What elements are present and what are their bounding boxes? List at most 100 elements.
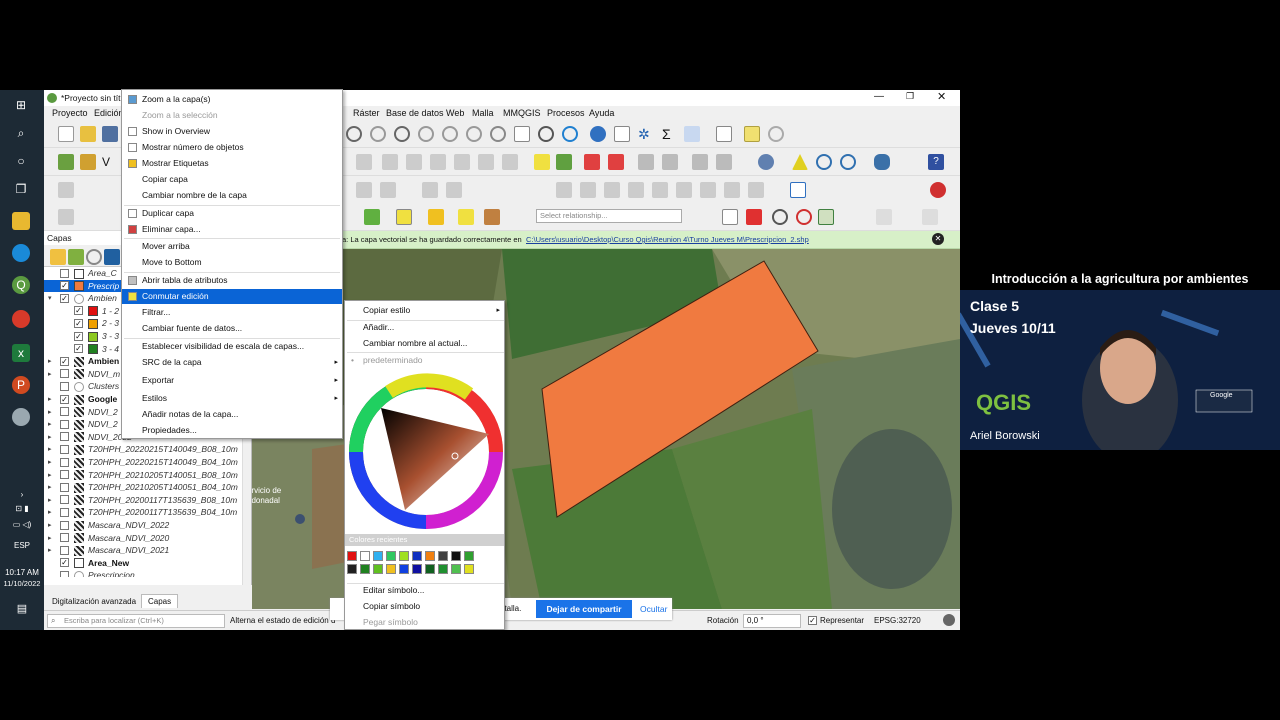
context-menu-item[interactable]: Eliminar capa... (122, 222, 342, 237)
edit-pen-icon[interactable] (876, 209, 892, 225)
menu-proyecto[interactable]: Proyecto (52, 108, 88, 118)
layer-visibility-checkbox[interactable] (60, 495, 69, 505)
menu-procesos[interactable]: Procesos (547, 108, 585, 118)
layer-row[interactable]: ▸ T20HPH_20220215T140049_B08_10m (44, 443, 242, 456)
zoom-selection-icon[interactable] (418, 126, 434, 142)
rename-style-item[interactable]: Cambiar nombre al actual... (345, 336, 504, 351)
recent-color-swatch[interactable] (438, 551, 448, 561)
layer-row[interactable]: ▸ T20HPH_20200117T135639_B04_10m (44, 506, 242, 519)
cut-icon[interactable] (406, 154, 422, 170)
layer-visibility-checkbox[interactable] (60, 470, 69, 480)
crs-button[interactable]: EPSG:32720 (874, 616, 921, 625)
zoom-layer-icon[interactable] (394, 126, 410, 142)
copy-icon[interactable] (430, 154, 446, 170)
copy-style-item[interactable]: Copiar estilo ▸ (345, 303, 504, 318)
layer-visibility-checkbox[interactable] (60, 570, 69, 577)
tray-icons[interactable]: ⊡ ▮ (0, 504, 44, 513)
new-project-icon[interactable] (58, 126, 74, 142)
database-icon[interactable] (758, 154, 774, 170)
recent-color-swatch[interactable] (386, 551, 396, 561)
expand-arrow-icon[interactable]: ▸ (48, 408, 52, 416)
expand-arrow-icon[interactable]: ▸ (48, 420, 52, 428)
recent-color-swatch[interactable] (412, 551, 422, 561)
new-layer-icon[interactable] (80, 154, 96, 170)
zoom-out-icon[interactable] (370, 126, 386, 142)
help-icon[interactable]: ? (928, 154, 944, 170)
chrome-icon[interactable] (12, 310, 30, 328)
context-menu-item[interactable]: Propiedades... (122, 423, 342, 438)
layer-row[interactable]: ▸ Mascara_NDVI_2020 (44, 532, 242, 545)
layout-icon[interactable] (722, 209, 738, 225)
powerpoint-icon[interactable]: P (12, 376, 30, 394)
digitize-extra-icon[interactable] (922, 209, 938, 225)
select-feature-icon[interactable] (396, 209, 412, 225)
pen-tool-icon[interactable] (364, 209, 380, 225)
layer-visibility-checkbox[interactable] (60, 533, 69, 543)
recent-color-swatch[interactable] (360, 564, 370, 574)
excel-icon[interactable]: x (12, 344, 30, 362)
temporal-icon[interactable] (490, 126, 506, 142)
context-menu-item[interactable]: Filtrar... (122, 305, 342, 320)
expand-arrow-icon[interactable]: ▸ (48, 357, 52, 365)
close-button[interactable]: ✕ (937, 90, 946, 103)
digitize-tool-icon[interactable] (58, 182, 74, 198)
context-menu-item[interactable]: Show in Overview (122, 124, 342, 139)
label-pin-icon[interactable] (584, 154, 600, 170)
layer-visibility-checkbox[interactable]: ✓ (74, 331, 83, 341)
context-menu-item[interactable]: Mostrar número de objetos (122, 140, 342, 155)
field-calc-icon[interactable] (684, 126, 700, 142)
layer-row[interactable]: ▸ T20HPH_20210205T140051_B04_10m (44, 481, 242, 494)
extent-icon[interactable] (818, 209, 834, 225)
layer-visibility-checkbox[interactable] (60, 507, 69, 517)
search-icon[interactable]: ⌕ (12, 124, 30, 142)
plugin-icon[interactable] (930, 182, 946, 198)
layer-visibility-checkbox[interactable] (60, 545, 69, 555)
expand-arrow-icon[interactable]: ▸ (48, 496, 52, 504)
context-menu-item[interactable]: SRC de la capa ▸ (122, 355, 342, 370)
clock-icon[interactable] (538, 126, 554, 142)
zoom-next-icon[interactable] (466, 126, 482, 142)
layer-visibility-checkbox[interactable] (60, 381, 69, 391)
rotation-input[interactable]: 0,0 ° (743, 614, 801, 628)
ring-tool-icon[interactable] (700, 182, 716, 198)
refresh-icon[interactable] (562, 126, 578, 142)
layer-visibility-checkbox[interactable]: ✓ (60, 394, 69, 404)
split-tool-icon[interactable] (446, 182, 462, 198)
layer-visibility-checkbox[interactable] (60, 419, 69, 429)
clock-time[interactable]: 10:17 AM (0, 568, 44, 577)
expand-arrow-icon[interactable]: ▸ (48, 395, 52, 403)
relationship-select[interactable]: Select relationship... (536, 209, 682, 223)
recent-color-swatch[interactable] (425, 551, 435, 561)
identify-icon[interactable] (590, 126, 606, 142)
expand-arrow-icon[interactable]: ▸ (48, 458, 52, 466)
layer-row[interactable]: ▸ Mascara_NDVI_2022 (44, 519, 242, 532)
filter-legend-icon[interactable] (104, 249, 120, 265)
context-menu-item[interactable]: Copiar capa (122, 172, 342, 187)
notifications-icon[interactable]: ▤ (0, 602, 44, 615)
layer-visibility-checkbox[interactable] (60, 407, 69, 417)
tools-icon[interactable] (484, 209, 500, 225)
menu-edicion[interactable]: Edición (94, 108, 124, 118)
hide-button[interactable]: Ocultar (640, 604, 667, 614)
label-move-icon[interactable] (638, 154, 654, 170)
annotation-icon[interactable] (58, 209, 74, 225)
settings-gear-icon[interactable]: ✲ (638, 126, 654, 142)
add-group-icon[interactable] (68, 249, 84, 265)
digitize-icon[interactable]: V (102, 154, 118, 170)
context-menu-item[interactable]: Estilos ▸ (122, 391, 342, 406)
layer-visibility-checkbox[interactable]: ✓ (60, 558, 69, 568)
context-menu-item[interactable]: Cambiar fuente de datos... (122, 321, 342, 336)
recent-color-swatch[interactable] (399, 551, 409, 561)
shape-tool-icon[interactable] (422, 182, 438, 198)
search-db2-icon[interactable] (840, 154, 856, 170)
recent-color-swatch[interactable] (425, 564, 435, 574)
tab-digitizacion-avanzada[interactable]: Digitalización avanzada (48, 596, 140, 607)
menu-malla[interactable]: Malla (472, 108, 494, 118)
fill-ring-icon[interactable] (748, 182, 764, 198)
layer-row[interactable]: Prescripcion (44, 569, 242, 577)
layer-visibility-checkbox[interactable]: ✓ (74, 306, 83, 316)
triangle-tool-icon[interactable] (792, 154, 808, 170)
layer-row[interactable]: ▸ T20HPH_20220215T140049_B04_10m (44, 456, 242, 469)
context-menu-item[interactable]: Mostrar Etiquetas (122, 156, 342, 171)
save-project-icon[interactable] (102, 126, 118, 142)
